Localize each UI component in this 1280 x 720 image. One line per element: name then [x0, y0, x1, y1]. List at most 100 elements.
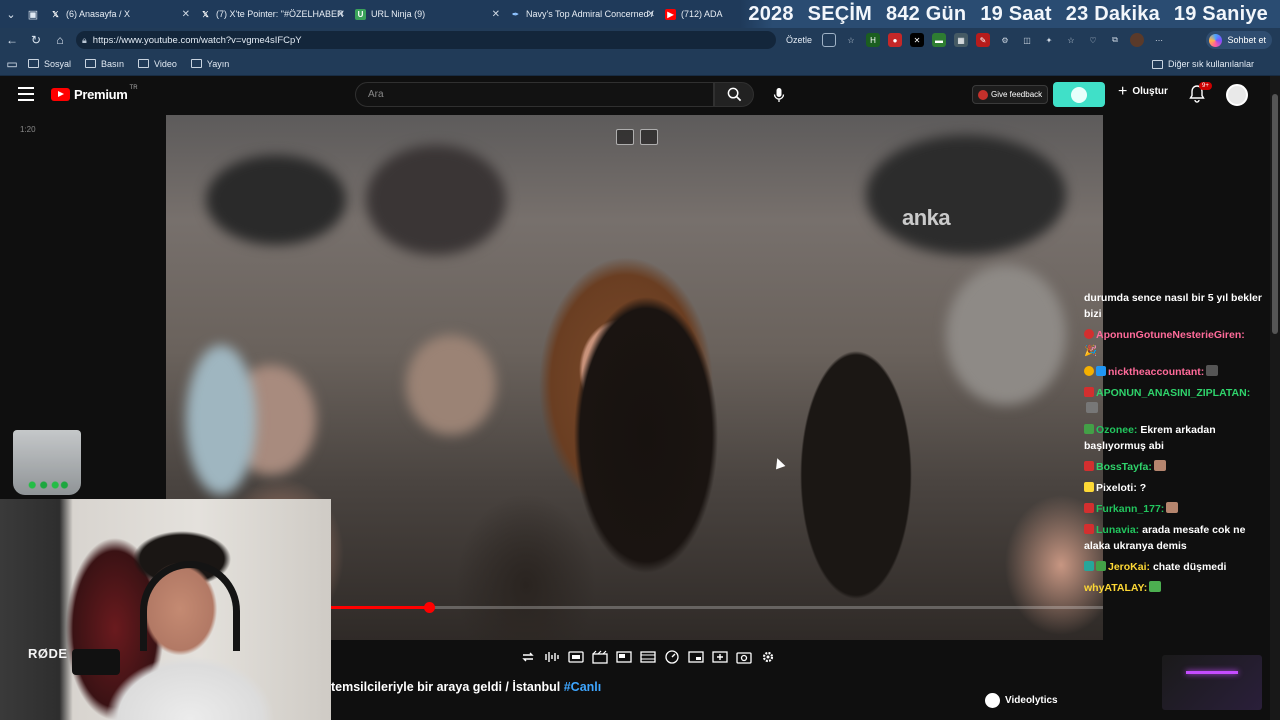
- back-arrow-icon[interactable]: ←: [0, 33, 24, 47]
- news-icon: ✒: [512, 9, 519, 19]
- youtube-play-icon: [51, 88, 70, 101]
- extension-block-icon[interactable]: ●: [888, 33, 903, 47]
- reload-icon[interactable]: ↻: [24, 33, 48, 47]
- extension-pen-icon[interactable]: ✎: [976, 33, 991, 47]
- bookmark-folder-basin[interactable]: Basın: [85, 59, 124, 69]
- chat-message: Lunavia: arada mesafe cok ne alaka ukran…: [1084, 524, 1246, 552]
- loop-icon[interactable]: [519, 649, 537, 665]
- videolytics-button[interactable]: Videolytics: [985, 693, 1058, 708]
- mouse-cursor-icon: [772, 456, 786, 470]
- extension-h-icon[interactable]: H: [866, 33, 881, 47]
- browser-tab-3[interactable]: U URL Ninja (9) ✕: [349, 0, 504, 28]
- youtube-header: Premium TR Give feedback + Oluştur 9+: [0, 76, 1280, 114]
- collections-icon[interactable]: ⧉: [1108, 33, 1122, 47]
- broadcaster-watermark: anka: [902, 205, 951, 230]
- other-bookmarks[interactable]: Diğer sık kullanılanlar: [1151, 52, 1254, 76]
- badge-icon: [1084, 366, 1094, 376]
- give-feedback-button[interactable]: Give feedback: [972, 85, 1049, 104]
- youtube-icon: ▶: [665, 8, 676, 20]
- note-icon[interactable]: [640, 129, 658, 145]
- browser-essentials-icon[interactable]: ♡: [1086, 33, 1100, 47]
- microphone: [72, 649, 120, 675]
- tab-menu-button[interactable]: ⌄: [0, 0, 22, 28]
- badge-icon: [1084, 524, 1094, 534]
- search-icon: [727, 87, 741, 102]
- page-scrollbar[interactable]: [1270, 76, 1280, 720]
- plus-icon: +: [1118, 82, 1128, 100]
- badge-icon: [1084, 503, 1094, 513]
- picture-in-picture-icon[interactable]: [687, 649, 705, 665]
- search-button[interactable]: [714, 82, 754, 107]
- video-overlay-buttons: [616, 129, 658, 145]
- bookmark-folder-video[interactable]: Video: [138, 59, 177, 69]
- youtube-premium-logo[interactable]: Premium TR: [51, 85, 138, 102]
- emote-icon: [1149, 581, 1162, 592]
- close-tab-icon[interactable]: ✕: [182, 9, 190, 20]
- home-icon[interactable]: ⌂: [48, 33, 72, 47]
- extension-green-icon[interactable]: ▬: [932, 33, 947, 47]
- notifications-button[interactable]: 9+: [1189, 82, 1212, 105]
- folder-icon: [190, 59, 202, 68]
- scrollbar-thumb[interactable]: [1272, 94, 1278, 334]
- badge-icon: [1096, 561, 1106, 571]
- voice-search-button[interactable]: [766, 82, 791, 107]
- live-chat-overlay: durumda sence nasıl bir 5 yıl bekler biz…: [1084, 290, 1264, 640]
- audio-boost-icon[interactable]: [543, 649, 561, 665]
- video-progress-bar[interactable]: [331, 602, 1103, 613]
- split-screen-icon[interactable]: ◫: [1020, 33, 1034, 47]
- browser-tab-4[interactable]: ✒ Navy's Top Admiral Concerned A ✕: [504, 0, 659, 28]
- extension-cross-icon[interactable]: ✕: [910, 33, 925, 47]
- chat-message: durumda sence nasıl bir 5 yıl bekler biz…: [1084, 292, 1262, 320]
- bookmark-folder-sosyal[interactable]: Sosyal: [28, 59, 71, 69]
- favorite-star-icon[interactable]: ☆: [844, 33, 858, 47]
- clapper-icon[interactable]: [591, 649, 609, 665]
- picture-in-picture-icon[interactable]: [616, 129, 634, 145]
- more-options-icon[interactable]: ⋯: [1152, 33, 1166, 47]
- chat-message: Furkann_177:: [1084, 501, 1264, 517]
- close-tab-icon[interactable]: ✕: [337, 9, 345, 20]
- settings-gear-icon[interactable]: [759, 649, 777, 665]
- profile-avatar-icon[interactable]: [1130, 33, 1145, 47]
- videolytics-icon: [985, 693, 1000, 708]
- workspaces-icon[interactable]: ▣: [22, 0, 44, 28]
- streamer-webcam: RØDE: [0, 499, 331, 720]
- browser-tab-1[interactable]: 𝕏 (6) Anasayfa / X ✕: [44, 0, 194, 28]
- reader-icon[interactable]: [822, 33, 837, 47]
- cinema-mode-icon[interactable]: [567, 649, 585, 665]
- microphone-icon: [773, 87, 784, 102]
- filmstrip-icon[interactable]: [639, 649, 657, 665]
- extension-puzzle-icon[interactable]: ⚙: [998, 33, 1012, 47]
- chat-message: BossTayfa:: [1084, 459, 1264, 475]
- extension-screenshot-icon[interactable]: ▦: [954, 33, 969, 47]
- close-tab-icon[interactable]: ✕: [492, 9, 500, 20]
- live-hashtag-link[interactable]: #Canlı: [564, 680, 602, 694]
- account-avatar[interactable]: [1226, 84, 1248, 106]
- progress-scrubber[interactable]: [424, 602, 436, 613]
- bookmarks-toggle-icon[interactable]: ▭: [0, 57, 24, 71]
- speed-icon[interactable]: [663, 649, 681, 665]
- copilot-chat-button[interactable]: Sohbet et: [1206, 31, 1272, 49]
- chat-message: Pixeloti: ?: [1084, 480, 1264, 496]
- cup-image: [13, 430, 81, 495]
- add-clip-icon[interactable]: [711, 649, 729, 665]
- hamburger-menu-icon[interactable]: [18, 87, 34, 101]
- url-field[interactable]: 🔒︎ https://www.youtube.com/watch?v=vgme4…: [76, 31, 776, 49]
- search-input[interactable]: [356, 83, 696, 106]
- browser-tab-bar: ⌄ ▣ 𝕏 (6) Anasayfa / X ✕ 𝕏 (7) X'te Poin…: [0, 0, 1280, 28]
- extensions-icon[interactable]: ✦: [1042, 33, 1056, 47]
- camera-icon[interactable]: [735, 649, 753, 665]
- window-size-icon[interactable]: [615, 649, 633, 665]
- browser-tab-5[interactable]: ▶ (712) ADAL: [659, 0, 729, 28]
- site-info-icon[interactable]: 🔒︎: [82, 35, 87, 46]
- close-tab-icon[interactable]: ✕: [647, 9, 655, 20]
- notification-count-badge: 9+: [1199, 82, 1212, 90]
- browser-tab-2[interactable]: 𝕏 (7) X'te Pointer: "#ÖZELHABER Da ✕: [194, 0, 349, 28]
- extension-toggle-button[interactable]: [1053, 82, 1105, 107]
- summarize-button[interactable]: Özetle: [786, 35, 812, 45]
- time-label: 1:20: [20, 125, 36, 134]
- create-button[interactable]: + Oluştur: [1118, 82, 1168, 100]
- bookmark-folder-yayin[interactable]: Yayın: [190, 59, 229, 69]
- emote-icon: [1153, 460, 1166, 471]
- chat-message: nicktheaccountant:: [1084, 364, 1264, 380]
- favorites-icon[interactable]: ☆: [1064, 33, 1078, 47]
